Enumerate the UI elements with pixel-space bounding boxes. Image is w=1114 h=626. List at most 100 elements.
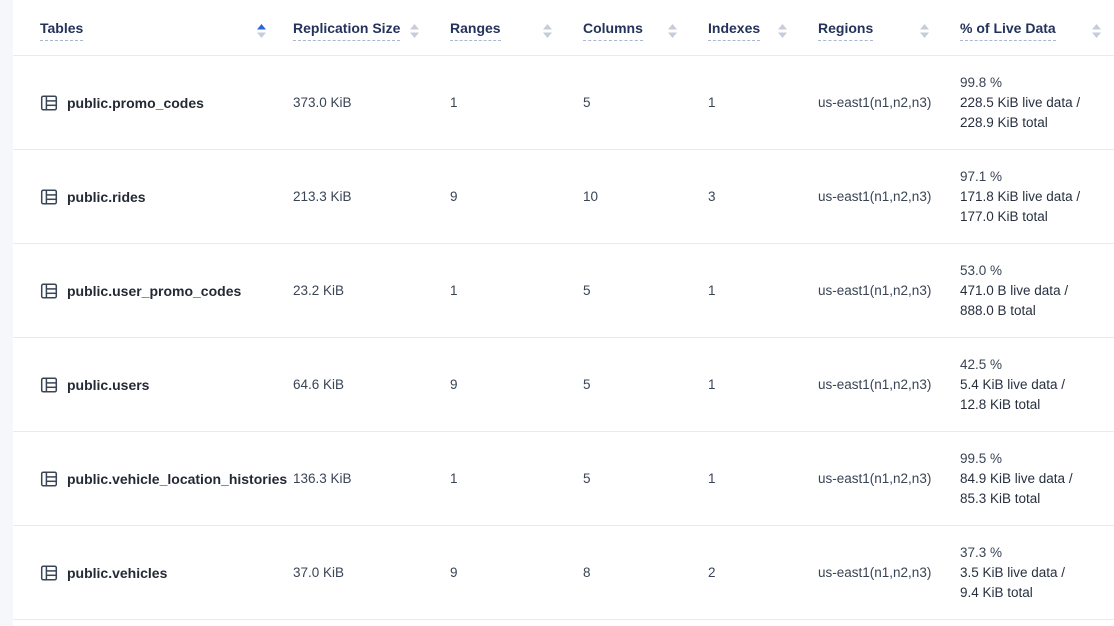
ranges-value: 9 [432, 377, 565, 392]
live-data-percent: 37.3 % [960, 543, 1102, 563]
column-header-label-columns[interactable]: Columns [583, 20, 643, 41]
regions-value: us-east1(n1,n2,n3) [800, 377, 942, 392]
live-data-line: 471.0 B live data / [960, 281, 1102, 301]
live-data-line: 5.4 KiB live data / [960, 375, 1102, 395]
indexes-value: 1 [690, 377, 800, 392]
columns-value: 5 [565, 471, 690, 486]
regions-value: us-east1(n1,n2,n3) [800, 565, 942, 580]
columns-value: 5 [565, 95, 690, 110]
live-data-cell: 37.3 % 3.5 KiB live data / 9.4 KiB total [942, 543, 1114, 603]
ranges-value: 9 [432, 565, 565, 580]
table-name-link[interactable]: public.rides [67, 189, 146, 205]
columns-value: 5 [565, 283, 690, 298]
column-header-label-indexes[interactable]: Indexes [708, 20, 760, 41]
table-name-link[interactable]: public.vehicles [67, 565, 167, 581]
indexes-value: 1 [690, 471, 800, 486]
live-data-cell: 42.5 % 5.4 KiB live data / 12.8 KiB tota… [942, 355, 1114, 415]
column-header-label-live-data[interactable]: % of Live Data [960, 20, 1056, 41]
total-data-line: 228.9 KiB total [960, 113, 1102, 133]
table-row: public.vehicle_location_histories 136.3 … [13, 432, 1114, 526]
table-name-cell: public.vehicle_location_histories [13, 470, 275, 488]
live-data-line: 228.5 KiB live data / [960, 93, 1102, 113]
table-icon [40, 470, 58, 488]
live-data-cell: 99.8 % 228.5 KiB live data / 228.9 KiB t… [942, 73, 1114, 133]
column-header-columns[interactable]: Columns [565, 0, 690, 55]
total-data-line: 888.0 B total [960, 301, 1102, 321]
regions-value: us-east1(n1,n2,n3) [800, 189, 942, 204]
replication-size-value: 37.0 KiB [275, 565, 432, 580]
indexes-value: 3 [690, 189, 800, 204]
column-header-label-ranges[interactable]: Ranges [450, 20, 501, 41]
total-data-line: 12.8 KiB total [960, 395, 1102, 415]
live-data-cell: 53.0 % 471.0 B live data / 888.0 B total [942, 261, 1114, 321]
live-data-percent: 97.1 % [960, 167, 1102, 187]
regions-value: us-east1(n1,n2,n3) [800, 471, 942, 486]
replication-size-value: 213.3 KiB [275, 189, 432, 204]
total-data-line: 85.3 KiB total [960, 489, 1102, 509]
indexes-value: 1 [690, 95, 800, 110]
columns-value: 5 [565, 377, 690, 392]
table-icon [40, 282, 58, 300]
replication-size-value: 23.2 KiB [275, 283, 432, 298]
table-icon [40, 188, 58, 206]
table-name-cell: public.users [13, 376, 275, 394]
live-data-line: 3.5 KiB live data / [960, 563, 1102, 583]
replication-size-value: 64.6 KiB [275, 377, 432, 392]
indexes-value: 1 [690, 283, 800, 298]
table-name-cell: public.user_promo_codes [13, 282, 275, 300]
indexes-value: 2 [690, 565, 800, 580]
ranges-value: 9 [432, 189, 565, 204]
columns-value: 10 [565, 189, 690, 204]
table-row: public.vehicles 37.0 KiB 9 8 2 us-east1(… [13, 526, 1114, 620]
column-header-indexes[interactable]: Indexes [690, 0, 800, 55]
table-icon [40, 376, 58, 394]
table-icon [40, 564, 58, 582]
sort-carets-icon[interactable] [409, 23, 420, 39]
column-header-ranges[interactable]: Ranges [432, 0, 565, 55]
live-data-line: 84.9 KiB live data / [960, 469, 1102, 489]
live-data-percent: 42.5 % [960, 355, 1102, 375]
table-row: public.promo_codes 373.0 KiB 1 5 1 us-ea… [13, 56, 1114, 150]
replication-size-value: 373.0 KiB [275, 95, 432, 110]
live-data-percent: 99.5 % [960, 449, 1102, 469]
sort-carets-icon[interactable] [542, 23, 553, 39]
column-header-label-replication-size[interactable]: Replication Size [293, 20, 400, 41]
table-row: public.rides 213.3 KiB 9 10 3 us-east1(n… [13, 150, 1114, 244]
ranges-value: 1 [432, 471, 565, 486]
ranges-value: 1 [432, 283, 565, 298]
column-header-live-data[interactable]: % of Live Data [942, 0, 1114, 55]
column-header-replication-size[interactable]: Replication Size [275, 0, 432, 55]
table-header-row: Tables Replication Size Ranges Columns I… [13, 0, 1114, 56]
columns-value: 8 [565, 565, 690, 580]
table-name-link[interactable]: public.vehicle_location_histories [67, 471, 287, 487]
live-data-cell: 97.1 % 171.8 KiB live data / 177.0 KiB t… [942, 167, 1114, 227]
live-data-percent: 53.0 % [960, 261, 1102, 281]
regions-value: us-east1(n1,n2,n3) [800, 283, 942, 298]
sort-carets-icon[interactable] [667, 23, 678, 39]
sort-carets-icon[interactable] [1091, 23, 1102, 39]
table-name-cell: public.rides [13, 188, 275, 206]
column-header-tables[interactable]: Tables [13, 0, 275, 55]
table-name-link[interactable]: public.users [67, 377, 149, 393]
table-icon [40, 94, 58, 112]
sort-carets-icon[interactable] [919, 23, 930, 39]
column-header-label-tables[interactable]: Tables [40, 20, 83, 41]
total-data-line: 177.0 KiB total [960, 207, 1102, 227]
total-data-line: 9.4 KiB total [960, 583, 1102, 603]
live-data-line: 171.8 KiB live data / [960, 187, 1102, 207]
table-row: public.user_promo_codes 23.2 KiB 1 5 1 u… [13, 244, 1114, 338]
table-name-link[interactable]: public.user_promo_codes [67, 283, 241, 299]
sort-carets-icon[interactable] [777, 23, 788, 39]
table-name-cell: public.promo_codes [13, 94, 275, 112]
live-data-cell: 99.5 % 84.9 KiB live data / 85.3 KiB tot… [942, 449, 1114, 509]
column-header-label-regions[interactable]: Regions [818, 20, 873, 41]
sort-carets-icon[interactable] [256, 23, 267, 39]
table-name-link[interactable]: public.promo_codes [67, 95, 204, 111]
table-name-cell: public.vehicles [13, 564, 275, 582]
ranges-value: 1 [432, 95, 565, 110]
column-header-regions[interactable]: Regions [800, 0, 942, 55]
table-row: public.users 64.6 KiB 9 5 1 us-east1(n1,… [13, 338, 1114, 432]
live-data-percent: 99.8 % [960, 73, 1102, 93]
regions-value: us-east1(n1,n2,n3) [800, 95, 942, 110]
replication-size-value: 136.3 KiB [275, 471, 432, 486]
